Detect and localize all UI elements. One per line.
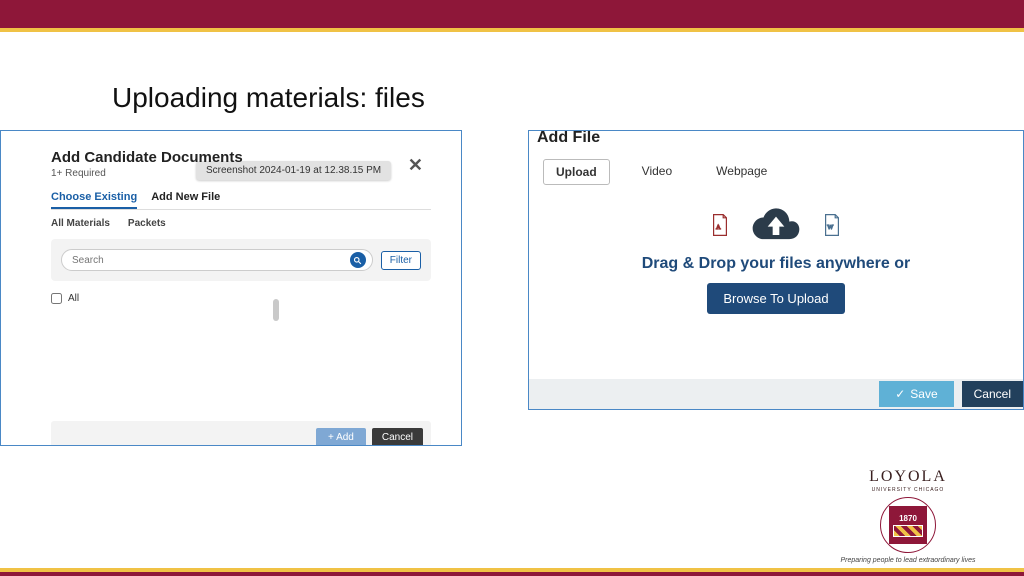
tagline: Preparing people to lead extraordinary l… <box>808 557 1008 564</box>
modal-title: Add Candidate Documents <box>51 149 431 166</box>
filter-button[interactable]: Filter <box>381 251 421 270</box>
tab-choose-existing[interactable]: Choose Existing <box>51 191 137 209</box>
primary-tabs: Choose Existing Add New File <box>51 191 431 210</box>
loyola-branding: LOYOLA UNIVERSITY CHICAGO 1870 Preparing… <box>808 468 1008 564</box>
check-icon: ✓ <box>895 387 905 401</box>
cancel-button[interactable]: Cancel <box>962 381 1023 407</box>
cloud-upload-icon <box>748 205 804 245</box>
logo-name: LOYOLA <box>808 468 1008 486</box>
browse-to-upload-button[interactable]: Browse To Upload <box>707 283 844 314</box>
seal-year: 1870 <box>899 514 917 523</box>
select-all-checkbox[interactable] <box>51 293 62 304</box>
tab-webpage[interactable]: Webpage <box>704 159 779 185</box>
tab-add-new-file[interactable]: Add New File <box>151 191 220 209</box>
svg-text:W: W <box>827 224 834 231</box>
search-row: Filter <box>51 239 431 281</box>
search-input[interactable] <box>72 255 350 266</box>
word-icon: W <box>822 213 842 237</box>
add-button[interactable]: + Add <box>316 428 366 446</box>
header-maroon-band <box>0 0 1024 28</box>
tab-video[interactable]: Video <box>630 159 684 185</box>
footer-maroon-band <box>0 572 1024 576</box>
logo-subtitle: UNIVERSITY CHICAGO <box>808 487 1008 493</box>
svg-text:A: A <box>716 224 721 231</box>
modal-subtitle: 1+ Required <box>51 168 431 179</box>
scrollbar-thumb[interactable] <box>273 299 279 321</box>
save-label: Save <box>910 387 937 401</box>
secondary-tabs: All Materials Packets <box>51 218 431 229</box>
select-all-row: All <box>51 293 431 304</box>
slide-title: Uploading materials: files <box>112 82 425 114</box>
upload-tabs: Upload Video Webpage <box>543 159 779 185</box>
dropzone[interactable]: A W Drag & Drop your files anywhere or B… <box>529 201 1023 314</box>
seal-shield-icon <box>893 525 923 537</box>
file-type-icons: A W <box>710 205 842 245</box>
tab-all-materials[interactable]: All Materials <box>51 218 110 229</box>
search-icon[interactable] <box>350 252 366 268</box>
cancel-button[interactable]: Cancel <box>372 428 423 446</box>
drag-drop-text: Drag & Drop your files anywhere or <box>642 255 911 273</box>
search-input-wrap <box>61 249 373 271</box>
screenshot-add-candidate-documents: ✕ Screenshot 2024-01-19 at 12.38.15 PM A… <box>0 130 462 446</box>
modal-footer-left: + Add Cancel <box>51 421 431 445</box>
university-seal: 1870 <box>880 497 936 553</box>
header-gold-band <box>0 28 1024 32</box>
modal-footer-right: ✓ Save Cancel <box>529 379 1023 409</box>
save-button[interactable]: ✓ Save <box>879 381 953 407</box>
select-all-label: All <box>68 293 79 304</box>
tab-packets[interactable]: Packets <box>128 218 166 229</box>
pdf-icon: A <box>710 213 730 237</box>
modal-title: Add File <box>537 130 600 147</box>
tab-upload[interactable]: Upload <box>543 159 610 185</box>
screenshot-add-file: Add File Upload Video Webpage A <box>528 130 1024 410</box>
